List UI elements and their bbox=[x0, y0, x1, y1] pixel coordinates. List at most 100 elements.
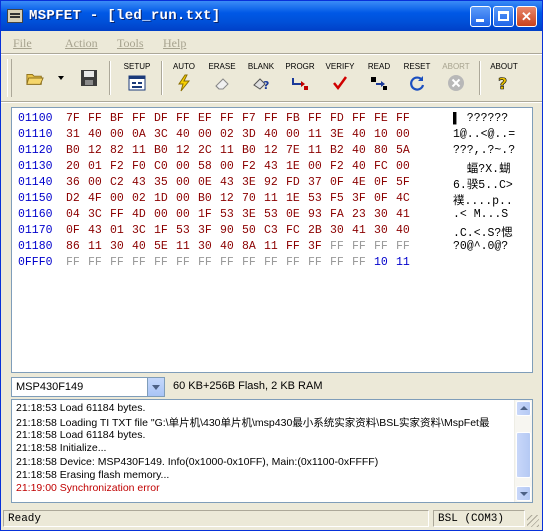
hex-byte[interactable]: 00 bbox=[110, 128, 132, 141]
hex-byte[interactable]: 00 bbox=[176, 192, 198, 205]
hex-byte[interactable]: 00 bbox=[396, 160, 418, 173]
hex-byte[interactable]: 11 bbox=[264, 240, 286, 253]
menu-help[interactable]: Help bbox=[163, 36, 186, 51]
hex-byte[interactable]: B0 bbox=[66, 144, 88, 157]
hex-byte[interactable]: FF bbox=[110, 208, 132, 221]
hex-byte[interactable]: 1F bbox=[198, 208, 220, 221]
hex-row[interactable]: 01150 D2 4F 00 02 1D 00 B0 12 70 11 1E 53 F5 3F 0F 4C 襆..… bbox=[12, 190, 532, 208]
hex-byte[interactable]: 30 bbox=[198, 240, 220, 253]
hex-byte[interactable]: 30 bbox=[330, 224, 352, 237]
hex-byte[interactable]: 11 bbox=[264, 192, 286, 205]
hex-row[interactable]: 01140 36 00 C2 43 35 00 0E 43 3E 92 FD 37 0F 4E 0F 5F 6.骙… bbox=[12, 174, 532, 192]
hex-byte[interactable]: F5 bbox=[330, 192, 352, 205]
hex-byte[interactable]: FF bbox=[132, 112, 154, 125]
hex-byte[interactable]: 4C bbox=[396, 192, 418, 205]
hex-byte[interactable]: 40 bbox=[352, 144, 374, 157]
hex-byte[interactable]: FF bbox=[66, 256, 88, 269]
hex-byte[interactable]: 00 bbox=[308, 160, 330, 173]
hex-byte[interactable]: FF bbox=[330, 256, 352, 269]
hex-byte[interactable]: 04 bbox=[66, 208, 88, 221]
hex-byte[interactable]: 90 bbox=[220, 224, 242, 237]
hex-byte[interactable]: FF bbox=[176, 256, 198, 269]
hex-byte[interactable]: 40 bbox=[88, 128, 110, 141]
hex-byte[interactable]: FF bbox=[396, 240, 418, 253]
hex-byte[interactable]: FF bbox=[396, 112, 418, 125]
hex-byte[interactable]: 11 bbox=[132, 144, 154, 157]
hex-byte[interactable]: FB bbox=[286, 112, 308, 125]
hex-byte[interactable]: 0F bbox=[330, 176, 352, 189]
hex-byte[interactable]: 0F bbox=[374, 176, 396, 189]
hex-byte[interactable]: 53 bbox=[176, 224, 198, 237]
hex-view[interactable]: 01100 7F FF BF FF DF FF EF FF F7 FF FB FF FD FF FE FF ▌ ?… bbox=[11, 107, 533, 373]
hex-byte[interactable]: 36 bbox=[66, 176, 88, 189]
hex-byte[interactable]: 2C bbox=[198, 144, 220, 157]
hex-byte[interactable]: 5A bbox=[396, 144, 418, 157]
hex-byte[interactable]: 3D bbox=[242, 128, 264, 141]
hex-byte[interactable]: FF bbox=[264, 112, 286, 125]
hex-byte[interactable]: 00 bbox=[88, 176, 110, 189]
hex-byte[interactable]: B0 bbox=[198, 192, 220, 205]
hex-byte[interactable]: F2 bbox=[110, 160, 132, 173]
hex-byte[interactable]: 11 bbox=[308, 144, 330, 157]
hex-byte[interactable]: 40 bbox=[220, 240, 242, 253]
hex-byte[interactable]: 00 bbox=[176, 160, 198, 173]
hex-byte[interactable]: 86 bbox=[66, 240, 88, 253]
hex-byte[interactable]: 3E bbox=[242, 176, 264, 189]
hex-byte[interactable]: 0F bbox=[374, 192, 396, 205]
hex-byte[interactable]: 4F bbox=[88, 192, 110, 205]
hex-byte[interactable]: B0 bbox=[154, 144, 176, 157]
hex-byte[interactable]: 40 bbox=[132, 240, 154, 253]
hex-byte[interactable]: 10 bbox=[374, 256, 396, 269]
hex-byte[interactable]: FF bbox=[264, 256, 286, 269]
log-scrollbar[interactable] bbox=[514, 400, 532, 502]
hex-row[interactable]: 01120 B0 12 82 11 B0 12 2C 11 B0 12 7E 11 B2 40 80 5A???… bbox=[12, 142, 532, 158]
scroll-thumb[interactable] bbox=[516, 432, 531, 478]
erase-button[interactable]: ERASE bbox=[203, 57, 241, 99]
hex-row[interactable]: 01110 31 40 00 0A 3C 40 00 02 3D 40 00 11 3E 40 10 00 1@.… bbox=[12, 126, 532, 142]
hex-byte[interactable]: 7F bbox=[66, 112, 88, 125]
hex-byte[interactable]: 00 bbox=[176, 176, 198, 189]
hex-byte[interactable]: 0F bbox=[66, 224, 88, 237]
minimize-button[interactable] bbox=[470, 6, 491, 27]
hex-byte[interactable]: 3C bbox=[154, 128, 176, 141]
hex-byte[interactable]: 35 bbox=[154, 176, 176, 189]
hex-byte[interactable]: FF bbox=[308, 112, 330, 125]
scroll-up-button[interactable] bbox=[516, 401, 531, 416]
hex-byte[interactable]: 3E bbox=[242, 208, 264, 221]
hex-byte[interactable]: 43 bbox=[264, 160, 286, 173]
hex-byte[interactable]: FF bbox=[286, 240, 308, 253]
close-button[interactable]: ✕ bbox=[516, 6, 537, 27]
hex-byte[interactable]: 41 bbox=[396, 208, 418, 221]
hex-byte[interactable]: 00 bbox=[176, 208, 198, 221]
hex-byte[interactable]: 53 bbox=[220, 208, 242, 221]
hex-byte[interactable]: 30 bbox=[110, 240, 132, 253]
hex-byte[interactable]: 3F bbox=[198, 224, 220, 237]
hex-byte[interactable]: 43 bbox=[220, 176, 242, 189]
save-button[interactable] bbox=[77, 57, 101, 99]
hex-byte[interactable]: 0E bbox=[198, 176, 220, 189]
hex-byte[interactable]: 50 bbox=[242, 224, 264, 237]
hex-byte[interactable]: 37 bbox=[308, 176, 330, 189]
hex-row[interactable]: 01170 0F 43 01 3C 1F 53 3F 90 50 C3 FC 2B 30 41 30 40 .C.… bbox=[12, 222, 532, 240]
hex-byte[interactable]: 1E bbox=[286, 192, 308, 205]
menu-tools[interactable]: Tools bbox=[117, 36, 144, 51]
hex-byte[interactable]: B2 bbox=[330, 144, 352, 157]
hex-byte[interactable]: 00 bbox=[110, 192, 132, 205]
hex-byte[interactable]: FF bbox=[374, 240, 396, 253]
hex-byte[interactable]: FF bbox=[352, 256, 374, 269]
hex-byte[interactable]: FF bbox=[110, 256, 132, 269]
hex-byte[interactable]: FF bbox=[286, 256, 308, 269]
hex-byte[interactable]: 00 bbox=[154, 208, 176, 221]
hex-row[interactable]: 01100 7F FF BF FF DF FF EF FF F7 FF FB FF FD FF FE FF ▌ ?… bbox=[12, 110, 532, 126]
hex-byte[interactable]: 12 bbox=[264, 144, 286, 157]
resize-grip[interactable] bbox=[527, 515, 539, 527]
hex-byte[interactable]: 10 bbox=[374, 128, 396, 141]
hex-byte[interactable]: FF bbox=[88, 112, 110, 125]
hex-byte[interactable]: 80 bbox=[374, 144, 396, 157]
hex-byte[interactable]: 40 bbox=[396, 224, 418, 237]
scroll-down-button[interactable] bbox=[516, 486, 531, 501]
hex-byte[interactable]: 0E bbox=[286, 208, 308, 221]
hex-byte[interactable]: DF bbox=[154, 112, 176, 125]
app-icon[interactable] bbox=[7, 9, 23, 23]
open-dropdown-button[interactable] bbox=[55, 57, 67, 99]
